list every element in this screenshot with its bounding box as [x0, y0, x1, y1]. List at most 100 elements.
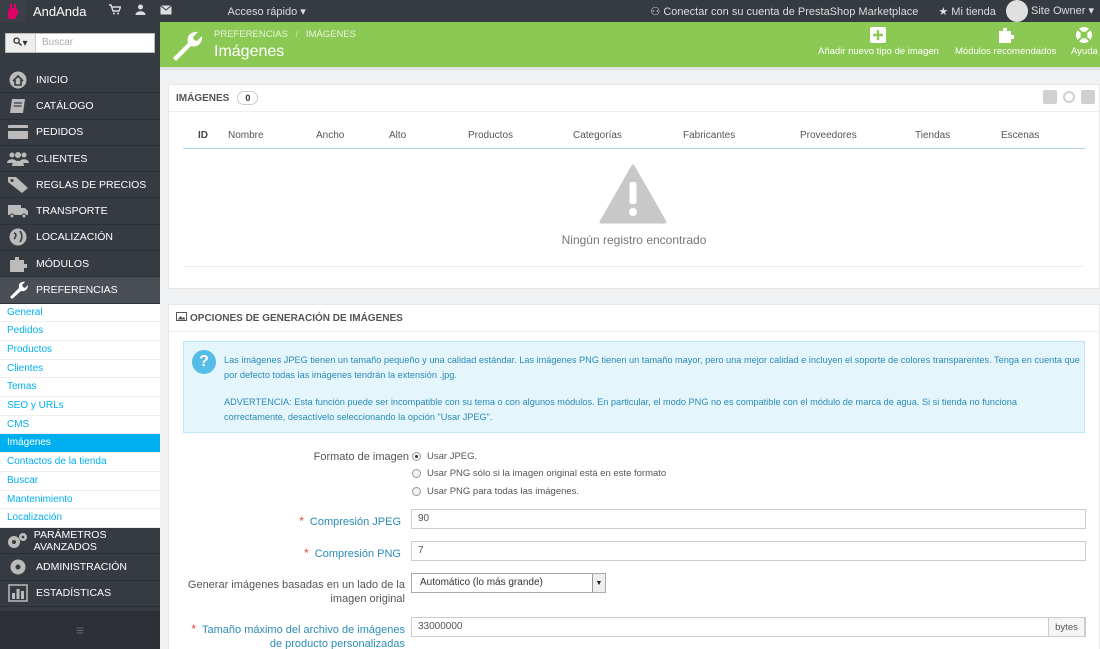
jpeg-compression-input[interactable]: 90: [411, 509, 1086, 529]
shop-name[interactable]: AndAnda: [33, 4, 87, 19]
column-header-fabricantes[interactable]: Fabricantes: [683, 130, 735, 141]
column-header-categorias[interactable]: Categorías: [573, 130, 622, 141]
column-header-productos[interactable]: Productos: [468, 130, 513, 141]
menu-item-pedidos[interactable]: Pedidos: [0, 119, 160, 146]
help-button[interactable]: Ayuda: [1071, 26, 1098, 57]
generate-side-select[interactable]: Automático (lo más grande) ▼: [411, 573, 606, 593]
caret-down-icon: ▾: [300, 5, 306, 18]
selected-value: Automático (lo más grande): [420, 577, 543, 588]
menu-item-clientes[interactable]: Clientes: [0, 145, 160, 173]
submenu-item-pedidos[interactable]: Pedidos: [0, 322, 160, 342]
bytes-addon: bytes: [1048, 617, 1085, 637]
column-header-ancho[interactable]: Ancho: [316, 130, 344, 141]
format-option-jpeg[interactable]: Usar JPEG.: [412, 451, 477, 462]
refresh-icon[interactable]: [1063, 91, 1075, 103]
submenu-item-mantenimiento[interactable]: Mantenimiento: [0, 491, 160, 510]
submenu-item-clientes[interactable]: Clientes: [0, 360, 160, 379]
alert-paragraph: Las imágenes JPEG tienen un tamaño peque…: [224, 355, 1080, 380]
format-option-png-all[interactable]: Usar PNG para todas las imágenes.: [412, 486, 579, 497]
quick-access-menu[interactable]: Acceso rápido ▾: [228, 5, 306, 18]
max-size-input[interactable]: 33000000 bytes: [411, 617, 1086, 637]
column-header-alto[interactable]: Alto: [389, 130, 406, 141]
breadcrumb: Preferencias / Imágenes: [214, 29, 356, 40]
menu-item-estadisticas[interactable]: Estadísticas: [0, 580, 160, 607]
radio-button[interactable]: [412, 452, 421, 461]
radio-button[interactable]: [412, 487, 421, 496]
menu-item-administracion[interactable]: Administración: [0, 554, 160, 581]
menu-item-modulos[interactable]: Módulos: [0, 251, 160, 278]
submenu-item-contactos[interactable]: Contactos de la tienda: [0, 453, 160, 472]
required-marker: *: [304, 546, 309, 560]
puzzle-icon: [997, 26, 1015, 44]
radio-label: Usar PNG sólo si la imagen original está…: [427, 468, 667, 479]
search-input[interactable]: Buscar: [36, 34, 154, 52]
breadcrumb-separator: /: [295, 29, 299, 40]
format-option-png-original[interactable]: Usar PNG sólo si la imagen original está…: [412, 468, 666, 479]
breadcrumb-item-imagenes: Imágenes: [305, 29, 356, 40]
prestashop-logo[interactable]: [0, 0, 26, 22]
preferences-submenu: General Pedidos Productos Clientes Temas…: [0, 303, 160, 528]
envelope-icon[interactable]: [159, 4, 172, 18]
wrench-icon: [5, 281, 31, 300]
menu-item-preferencias[interactable]: Preferencias: [0, 277, 160, 304]
menu-item-transporte[interactable]: Transporte: [0, 198, 160, 225]
image-options-panel: Opciones de generación de imágenes ? Las…: [168, 304, 1100, 649]
star-icon: ★: [938, 5, 949, 18]
column-header-tiendas[interactable]: Tiendas: [915, 130, 950, 141]
submenu-item-imagenes[interactable]: Imágenes: [0, 434, 160, 454]
marketplace-link[interactable]: ⚇ Conectar con su cuenta de PrestaShop M…: [650, 5, 918, 18]
sidebar-collapse-handle[interactable]: ≡: [0, 611, 160, 649]
add-icon[interactable]: [1043, 90, 1057, 104]
home-icon: [5, 71, 31, 89]
menu-label: Catálogo: [36, 99, 94, 112]
menu-item-inicio[interactable]: Inicio: [0, 67, 160, 94]
menu-item-reglas-de-precios[interactable]: Reglas de precios: [0, 172, 160, 199]
wrench-icon: [173, 31, 203, 61]
radio-button[interactable]: [412, 469, 421, 478]
submenu-item-buscar[interactable]: Buscar: [0, 472, 160, 491]
database-icon[interactable]: [1081, 90, 1095, 104]
my-store-link[interactable]: ★ Mi tienda: [938, 5, 996, 18]
max-size-label: * Tamaño máximo del archivo de imágenes d…: [191, 622, 405, 649]
column-header-escenas[interactable]: Escenas: [1001, 130, 1039, 141]
table-header: ID Nombre Ancho Alto Productos Categoría…: [183, 125, 1085, 149]
menu-item-catalogo[interactable]: Catálogo: [0, 93, 160, 120]
submenu-item-productos[interactable]: Productos: [0, 341, 160, 360]
truck-icon: [5, 203, 31, 219]
add-image-type-button[interactable]: Añadir nuevo tipo de imagen: [818, 26, 939, 57]
cart-icon[interactable]: [108, 4, 122, 18]
required-marker: *: [191, 622, 196, 636]
chevron-down-icon[interactable]: ▼: [592, 574, 605, 592]
input-value: 33000000: [418, 621, 463, 632]
submenu-item-seo-urls[interactable]: SEO y URLs: [0, 397, 160, 416]
submenu-item-cms[interactable]: CMS: [0, 416, 160, 435]
menu-item-localizacion[interactable]: Localización: [0, 224, 160, 252]
menu-label: Preferencias: [36, 284, 118, 297]
help-label: Ayuda: [1071, 46, 1098, 57]
jpeg-compression-label: * Compresión JPEG: [299, 514, 401, 528]
images-list-panel: Imágenes 0 ID Nombre Ancho Alto Producto…: [168, 84, 1100, 289]
menu-label: Clientes: [36, 152, 88, 165]
column-header-id[interactable]: ID: [198, 130, 208, 141]
column-header-nombre[interactable]: Nombre: [228, 130, 264, 141]
recommended-modules-button[interactable]: Módulos recomendados: [955, 26, 1056, 57]
handshake-icon: ⚇: [650, 5, 661, 18]
panel-toolbar: [1043, 90, 1095, 104]
count-badge: 0: [237, 91, 259, 105]
column-header-proveedores[interactable]: Proveedores: [800, 130, 857, 141]
add-image-type-label: Añadir nuevo tipo de imagen: [818, 46, 939, 57]
panel-title: Opciones de generación de imágenes: [190, 312, 403, 324]
submenu-item-localizacion[interactable]: Localización: [0, 509, 160, 528]
menu-label: Módulos: [36, 257, 90, 270]
search-dropdown-button[interactable]: ▾: [6, 34, 36, 52]
breadcrumb-item-preferencias[interactable]: Preferencias: [214, 29, 288, 40]
png-compression-input[interactable]: 7: [411, 541, 1086, 561]
user-icon[interactable]: [135, 4, 146, 18]
menu-label: Inicio: [36, 73, 69, 86]
user-menu[interactable]: Site Owner ▾: [1005, 0, 1094, 22]
submenu-item-temas[interactable]: Temas: [0, 378, 160, 398]
menu-item-parametros-avanzados[interactable]: Parámetros avanzados: [0, 527, 160, 555]
top-bar: AndAnda Acceso rápido ▾ ⚇ Conectar con s…: [0, 0, 1100, 22]
submenu-item-general[interactable]: General: [0, 304, 160, 323]
tag-icon: [5, 176, 31, 194]
